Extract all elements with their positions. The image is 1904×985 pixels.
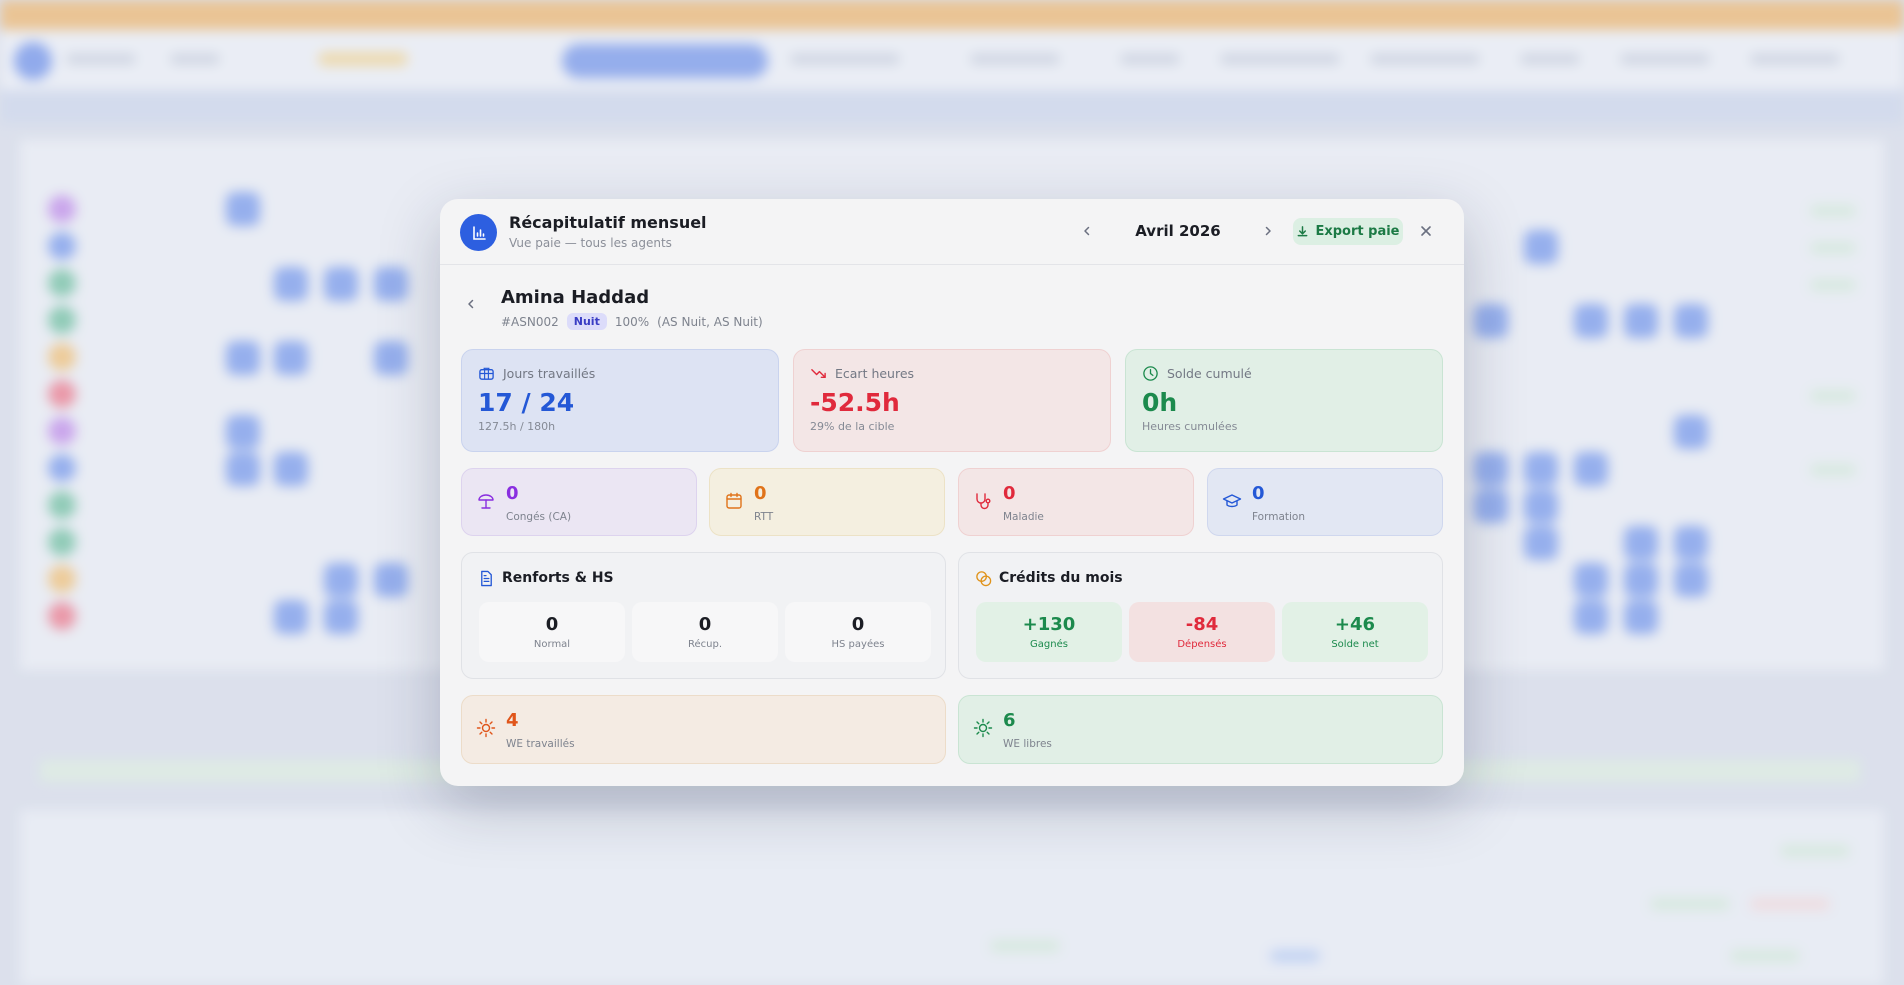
file-text-icon — [481, 570, 492, 587]
credits-spent-label: Dépensés — [1177, 639, 1227, 650]
reinforcement-recup-value: 0 — [698, 614, 712, 635]
weekends-worked-card: 4 WE travaillés — [461, 695, 946, 764]
rtt-card: 0 RTT — [709, 468, 945, 536]
previous-month-button[interactable] — [1075, 219, 1099, 243]
credits-earned-label: Gagnés — [1030, 639, 1068, 650]
chevron-right-icon — [1265, 226, 1271, 236]
sick-leave-label: Maladie — [1003, 511, 1044, 523]
credits-title: Crédits du mois — [999, 570, 1123, 586]
weekends-worked-label: WE travaillés — [506, 738, 575, 750]
credits-earned-cell: +130 Gagnés — [976, 602, 1122, 662]
days-worked-card: Jours travaillés 17 / 24 127.5h / 180h — [461, 349, 779, 452]
reinforcement-normal-label: Normal — [533, 639, 571, 650]
trending-down-icon — [811, 369, 826, 378]
hours-gap-value: -52.5h — [810, 388, 900, 417]
leave-card: 0 Congés (CA) — [461, 468, 697, 536]
reinforcement-paid-overtime-cell: 0 HS payées — [785, 602, 931, 662]
leave-label: Congés (CA) — [506, 511, 572, 523]
reinforcement-paid-overtime-label: HS payées — [831, 639, 885, 650]
modal-title: Récapitulatif mensuel — [509, 213, 707, 232]
shift-badge: Nuit — [566, 313, 607, 330]
graduation-cap-icon — [1222, 494, 1242, 508]
calendar-icon — [726, 492, 742, 509]
training-card: 0 Formation — [1207, 468, 1443, 536]
credits-card: Crédits du mois +130 Gagnés -84 Dépensés… — [958, 552, 1443, 679]
agent-rate: 100% — [614, 314, 650, 329]
chevron-left-icon — [1084, 226, 1090, 236]
export-payroll-button[interactable]: Export paie — [1293, 218, 1403, 245]
weekends-free-value: 6 — [1003, 710, 1016, 731]
rtt-label: RTT — [754, 511, 774, 523]
close-button[interactable] — [1414, 219, 1438, 243]
reinforcement-paid-overtime-value: 0 — [851, 614, 865, 635]
sun-icon — [973, 718, 993, 738]
credits-net-label: Solde net — [1331, 639, 1379, 650]
umbrella-beach-icon — [478, 494, 494, 509]
download-icon — [1298, 226, 1308, 237]
export-payroll-label: Export paie — [1315, 224, 1400, 239]
sick-leave-value: 0 — [1003, 483, 1016, 504]
credits-earned-value: +130 — [1022, 614, 1076, 635]
hours-gap-label: Ecart heures — [835, 366, 915, 381]
chevron-left-icon — [468, 299, 474, 309]
days-worked-label: Jours travaillés — [503, 366, 596, 381]
agent-id: #ASN002 — [501, 314, 559, 329]
agent-header: Amina Haddad #ASN002 Nuit 100% (AS Nuit,… — [440, 265, 1464, 335]
close-icon — [1421, 226, 1431, 236]
credits-net-cell: +46 Solde net — [1282, 602, 1428, 662]
cumulative-balance-value: 0h — [1142, 388, 1178, 417]
weekends-free-label: WE libres — [1003, 738, 1052, 750]
agent-name: Amina Haddad — [501, 287, 650, 308]
credits-net-value: +46 — [1334, 614, 1376, 635]
days-worked-sub: 127.5h / 180h — [478, 420, 556, 433]
stethoscope-icon — [976, 493, 991, 510]
weekends-worked-value: 4 — [506, 710, 519, 731]
rtt-value: 0 — [754, 483, 767, 504]
modal-subtitle: Vue paie — tous les agents — [509, 236, 672, 250]
agent-meta: #ASN002 Nuit 100% (AS Nuit, AS Nuit) — [501, 313, 763, 330]
cumulative-balance-label: Solde cumulé — [1167, 366, 1252, 381]
coins-icon — [976, 571, 992, 587]
hours-gap-card: Ecart heures -52.5h 29% de la cible — [793, 349, 1111, 452]
agent-roles: (AS Nuit, AS Nuit) — [657, 314, 763, 329]
training-value: 0 — [1252, 483, 1265, 504]
sun-icon — [476, 718, 496, 738]
reinforcement-normal-value: 0 — [545, 614, 559, 635]
weekends-free-card: 6 WE libres — [958, 695, 1443, 764]
cumulative-balance-sub: Heures cumulées — [1142, 420, 1238, 433]
modal-header: Récapitulatif mensuel Vue paie — tous le… — [440, 199, 1464, 265]
cumulative-balance-card: Solde cumulé 0h Heures cumulées — [1125, 349, 1443, 452]
reinforcements-card: Renforts & HS 0 Normal 0 Récup. 0 HS pay… — [461, 552, 946, 679]
leave-value: 0 — [506, 483, 519, 504]
bar-chart-icon — [460, 214, 497, 251]
reinforcements-title: Renforts & HS — [502, 570, 614, 586]
back-button[interactable] — [460, 293, 482, 315]
reinforcement-normal-cell: 0 Normal — [479, 602, 625, 662]
next-month-button[interactable] — [1256, 219, 1280, 243]
monthly-summary-modal: Récapitulatif mensuel Vue paie — tous le… — [440, 199, 1464, 786]
days-worked-value: 17 / 24 — [478, 388, 575, 417]
sick-leave-card: 0 Maladie — [958, 468, 1194, 536]
credits-spent-cell: -84 Dépensés — [1129, 602, 1275, 662]
briefcase-icon — [479, 367, 494, 380]
reinforcement-recup-label: Récup. — [687, 639, 722, 650]
credits-spent-value: -84 — [1185, 614, 1219, 635]
month-label: Avril 2026 — [1135, 222, 1221, 240]
clock-icon — [1143, 366, 1158, 381]
hours-gap-sub: 29% de la cible — [810, 420, 895, 433]
training-label: Formation — [1252, 511, 1305, 523]
reinforcement-recup-cell: 0 Récup. — [632, 602, 778, 662]
